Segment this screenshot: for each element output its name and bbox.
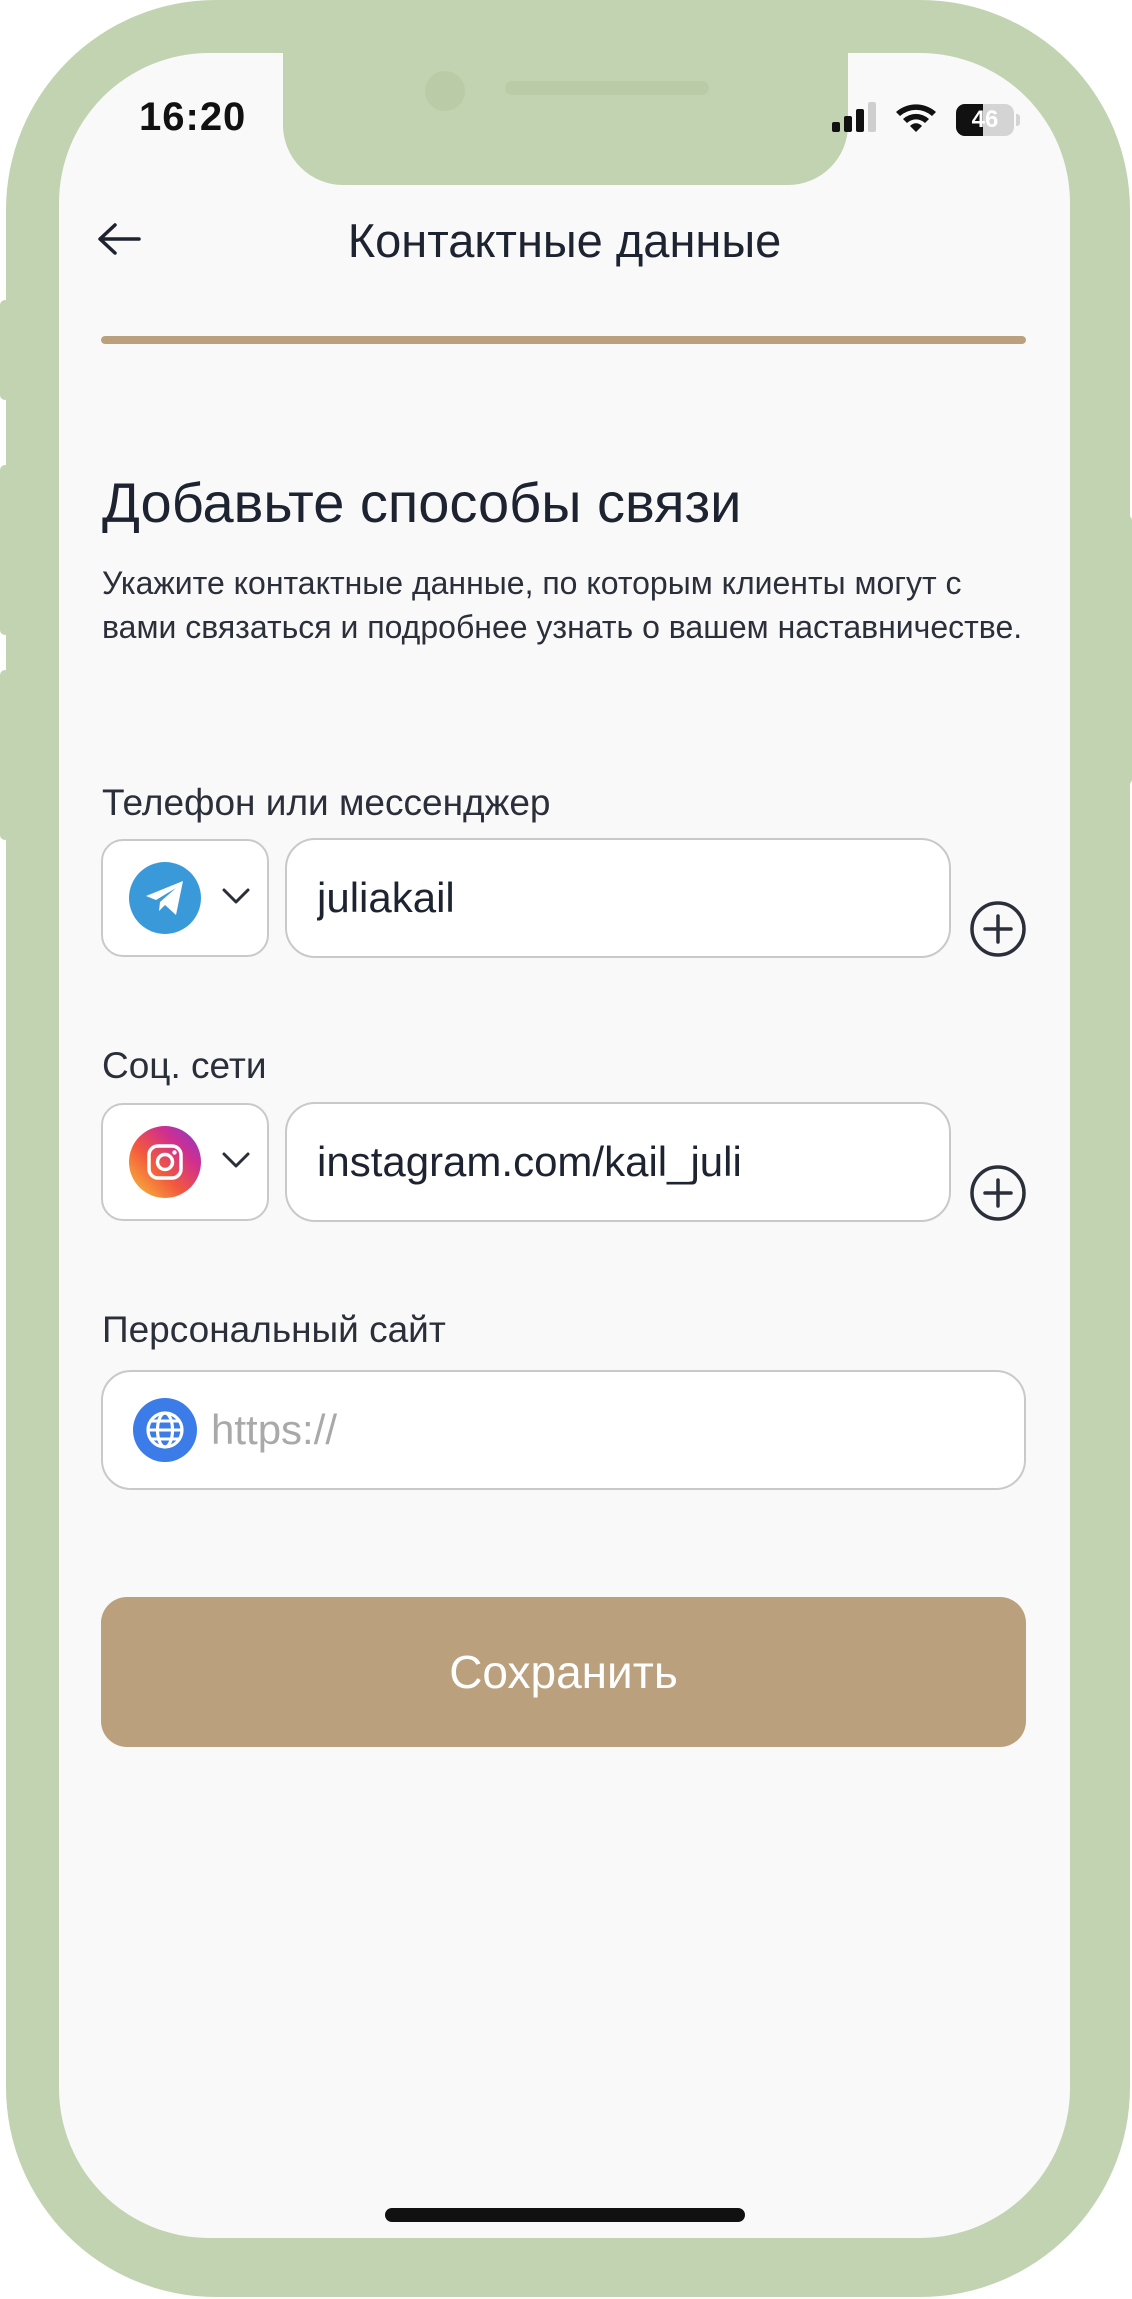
battery-icon: 46 — [956, 103, 1014, 136]
earpiece-speaker — [505, 81, 709, 95]
power-button — [1120, 515, 1132, 785]
status-icons: 46 — [832, 101, 1020, 138]
website-field-label: Персональный сайт — [102, 1309, 446, 1350]
home-indicator[interactable] — [385, 2208, 745, 2222]
battery-level: 46 — [971, 105, 999, 133]
add-messenger-button[interactable] — [969, 900, 1027, 963]
save-button[interactable]: Сохранить — [101, 1597, 1026, 1747]
social-selector[interactable] — [101, 1103, 269, 1221]
chevron-down-icon — [221, 1151, 251, 1174]
instagram-icon — [129, 1126, 201, 1198]
section-description: Укажите контактные данные, по которым кл… — [102, 565, 1023, 645]
chevron-down-icon — [221, 887, 251, 910]
social-field-label: Соц. сети — [102, 1045, 267, 1086]
device-notch — [283, 53, 848, 185]
app-screen: 16:20 46 Контактные данные Добавьте спос… — [59, 53, 1070, 2238]
mute-switch — [0, 300, 10, 400]
website-url-input[interactable] — [209, 1405, 1024, 1455]
section-heading: Добавьте способы связи — [102, 471, 742, 534]
messenger-selector[interactable] — [101, 839, 269, 957]
front-camera — [425, 71, 465, 111]
add-social-button[interactable] — [969, 1164, 1027, 1227]
messenger-username-input[interactable] — [287, 873, 949, 923]
battery-tip — [1016, 113, 1020, 126]
volume-down-button — [0, 670, 10, 840]
website-input-box[interactable] — [101, 1370, 1026, 1490]
plus-circle-icon — [969, 900, 1027, 963]
volume-up-button — [0, 465, 10, 635]
telegram-icon — [129, 862, 201, 934]
progress-bar — [101, 336, 1026, 344]
messenger-input[interactable] — [285, 838, 951, 958]
phone-field-label: Телефон или мессенджер — [102, 782, 551, 823]
plus-circle-icon — [969, 1164, 1027, 1227]
progress-fill — [101, 336, 1026, 344]
globe-icon — [133, 1398, 197, 1462]
page-title: Контактные данные — [347, 214, 782, 267]
status-time: 16:20 — [139, 95, 247, 139]
social-url-input[interactable] — [287, 1137, 949, 1187]
cellular-signal-icon — [832, 102, 876, 137]
wifi-icon — [894, 101, 938, 138]
social-input[interactable] — [285, 1102, 951, 1222]
